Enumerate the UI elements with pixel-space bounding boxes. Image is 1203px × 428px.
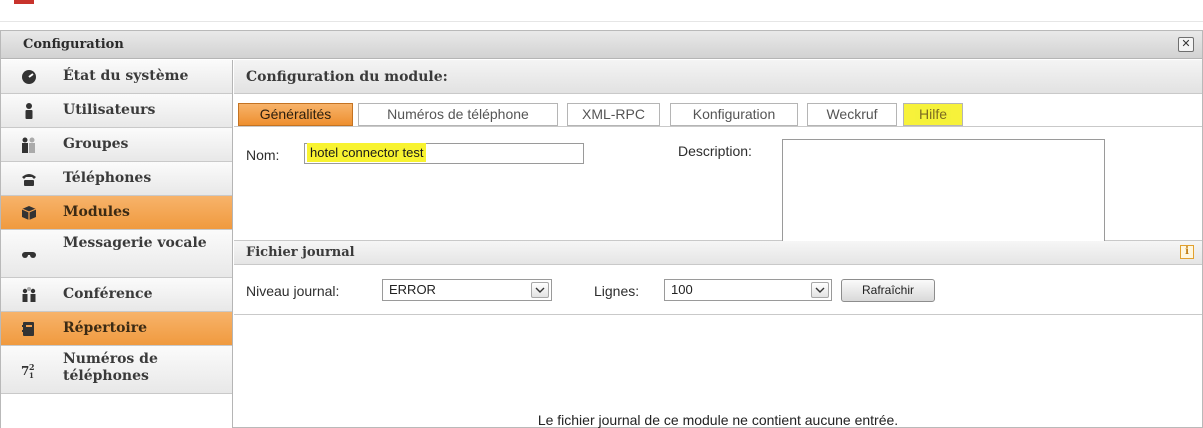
module-config-panel: Configuration du module: Généralités Num…: [234, 60, 1202, 428]
conference-icon: [22, 287, 36, 302]
chevron-down-icon: [531, 282, 549, 298]
user-icon: [25, 103, 33, 119]
tab-help-label: Hilfe: [914, 106, 951, 122]
numbers-icon: 7 21: [21, 362, 35, 378]
sidebar-item-groups[interactable]: Groupes: [1, 128, 232, 162]
log-controls: Niveau journal: ERROR Lignes: 100 Rafraî…: [234, 265, 1202, 315]
sidebar-item-label: Modules: [63, 204, 130, 220]
log-section-title: Fichier journal: [246, 245, 355, 260]
dashboard-icon: [22, 70, 36, 84]
description-field[interactable]: [782, 139, 1105, 251]
sidebar-item-phones[interactable]: Téléphones: [1, 162, 232, 196]
name-value: hotel connector test: [307, 143, 427, 162]
sidebar-item-phone-numbers[interactable]: 721 Numéros de téléphones: [1, 346, 232, 394]
configuration-window: Configuration ✕ État du système Utilisat…: [0, 30, 1203, 428]
voicemail-icon: [22, 252, 36, 258]
module-config-title: Configuration du module:: [246, 69, 448, 85]
sidebar: État du système Utilisateurs Groupes Tél…: [1, 60, 233, 428]
general-settings: Nom: hotel connector test Description:: [234, 127, 1202, 251]
phone-icon: [22, 174, 36, 186]
sidebar-item-label: Téléphones: [63, 170, 152, 186]
log-section-header: Fichier journal i: [234, 241, 1202, 265]
log-level-select[interactable]: ERROR: [382, 279, 552, 301]
description-label: Description:: [678, 143, 752, 159]
app-logo-fragment: [14, 0, 34, 4]
browser-top-strip: [0, 0, 1203, 22]
sidebar-item-users[interactable]: Utilisateurs: [1, 94, 232, 128]
sidebar-item-directory[interactable]: Répertoire: [1, 312, 232, 346]
svg-text:1: 1: [29, 371, 34, 378]
log-empty-message: Le fichier journal de ce module ne conti…: [537, 412, 899, 428]
group-icon: [22, 137, 35, 153]
sidebar-item-label: Utilisateurs: [63, 102, 156, 118]
info-icon[interactable]: i: [1180, 245, 1194, 259]
refresh-button[interactable]: Rafraîchir: [841, 279, 935, 302]
address-book-icon: [22, 322, 34, 336]
sidebar-item-label: État du système: [63, 68, 189, 84]
log-level-value: ERROR: [389, 282, 436, 297]
window-title: Configuration: [23, 37, 124, 52]
sidebar-item-label: Messagerie vocale: [63, 235, 207, 251]
name-field[interactable]: hotel connector test: [304, 143, 584, 164]
tab-general[interactable]: Généralités: [238, 103, 353, 126]
log-lines-value: 100: [671, 282, 693, 297]
sidebar-item-conference[interactable]: Conférence: [1, 278, 232, 312]
log-lines-select[interactable]: 100: [664, 279, 832, 301]
sidebar-item-label: Conférence: [63, 286, 153, 302]
sidebar-item-system-state[interactable]: État du système: [1, 60, 232, 94]
sidebar-item-modules[interactable]: Modules: [1, 196, 232, 230]
tab-xml-rpc[interactable]: XML-RPC: [567, 103, 660, 126]
sidebar-item-label: Répertoire: [63, 320, 148, 336]
tab-konfiguration[interactable]: Konfiguration: [670, 103, 798, 126]
chevron-down-icon: [811, 282, 829, 298]
log-lines-label: Lignes:: [594, 283, 640, 299]
window-titlebar: Configuration ✕: [1, 31, 1202, 59]
sidebar-item-label: Numéros de téléphones: [63, 351, 158, 384]
sidebar-item-label: Groupes: [63, 136, 129, 152]
name-label: Nom:: [246, 147, 280, 163]
module-config-header: Configuration du module:: [234, 60, 1202, 94]
tab-help[interactable]: Hilfe: [903, 103, 963, 126]
sidebar-item-voicemail[interactable]: Messagerie vocale: [1, 230, 232, 278]
tab-phone-numbers[interactable]: Numéros de téléphone: [358, 103, 558, 126]
close-icon[interactable]: ✕: [1178, 37, 1194, 52]
cube-icon: [21, 206, 37, 220]
module-tabs: Généralités Numéros de téléphone XML-RPC…: [234, 94, 1202, 127]
log-level-label: Niveau journal:: [246, 283, 340, 299]
tab-weckruf[interactable]: Weckruf: [807, 103, 897, 126]
